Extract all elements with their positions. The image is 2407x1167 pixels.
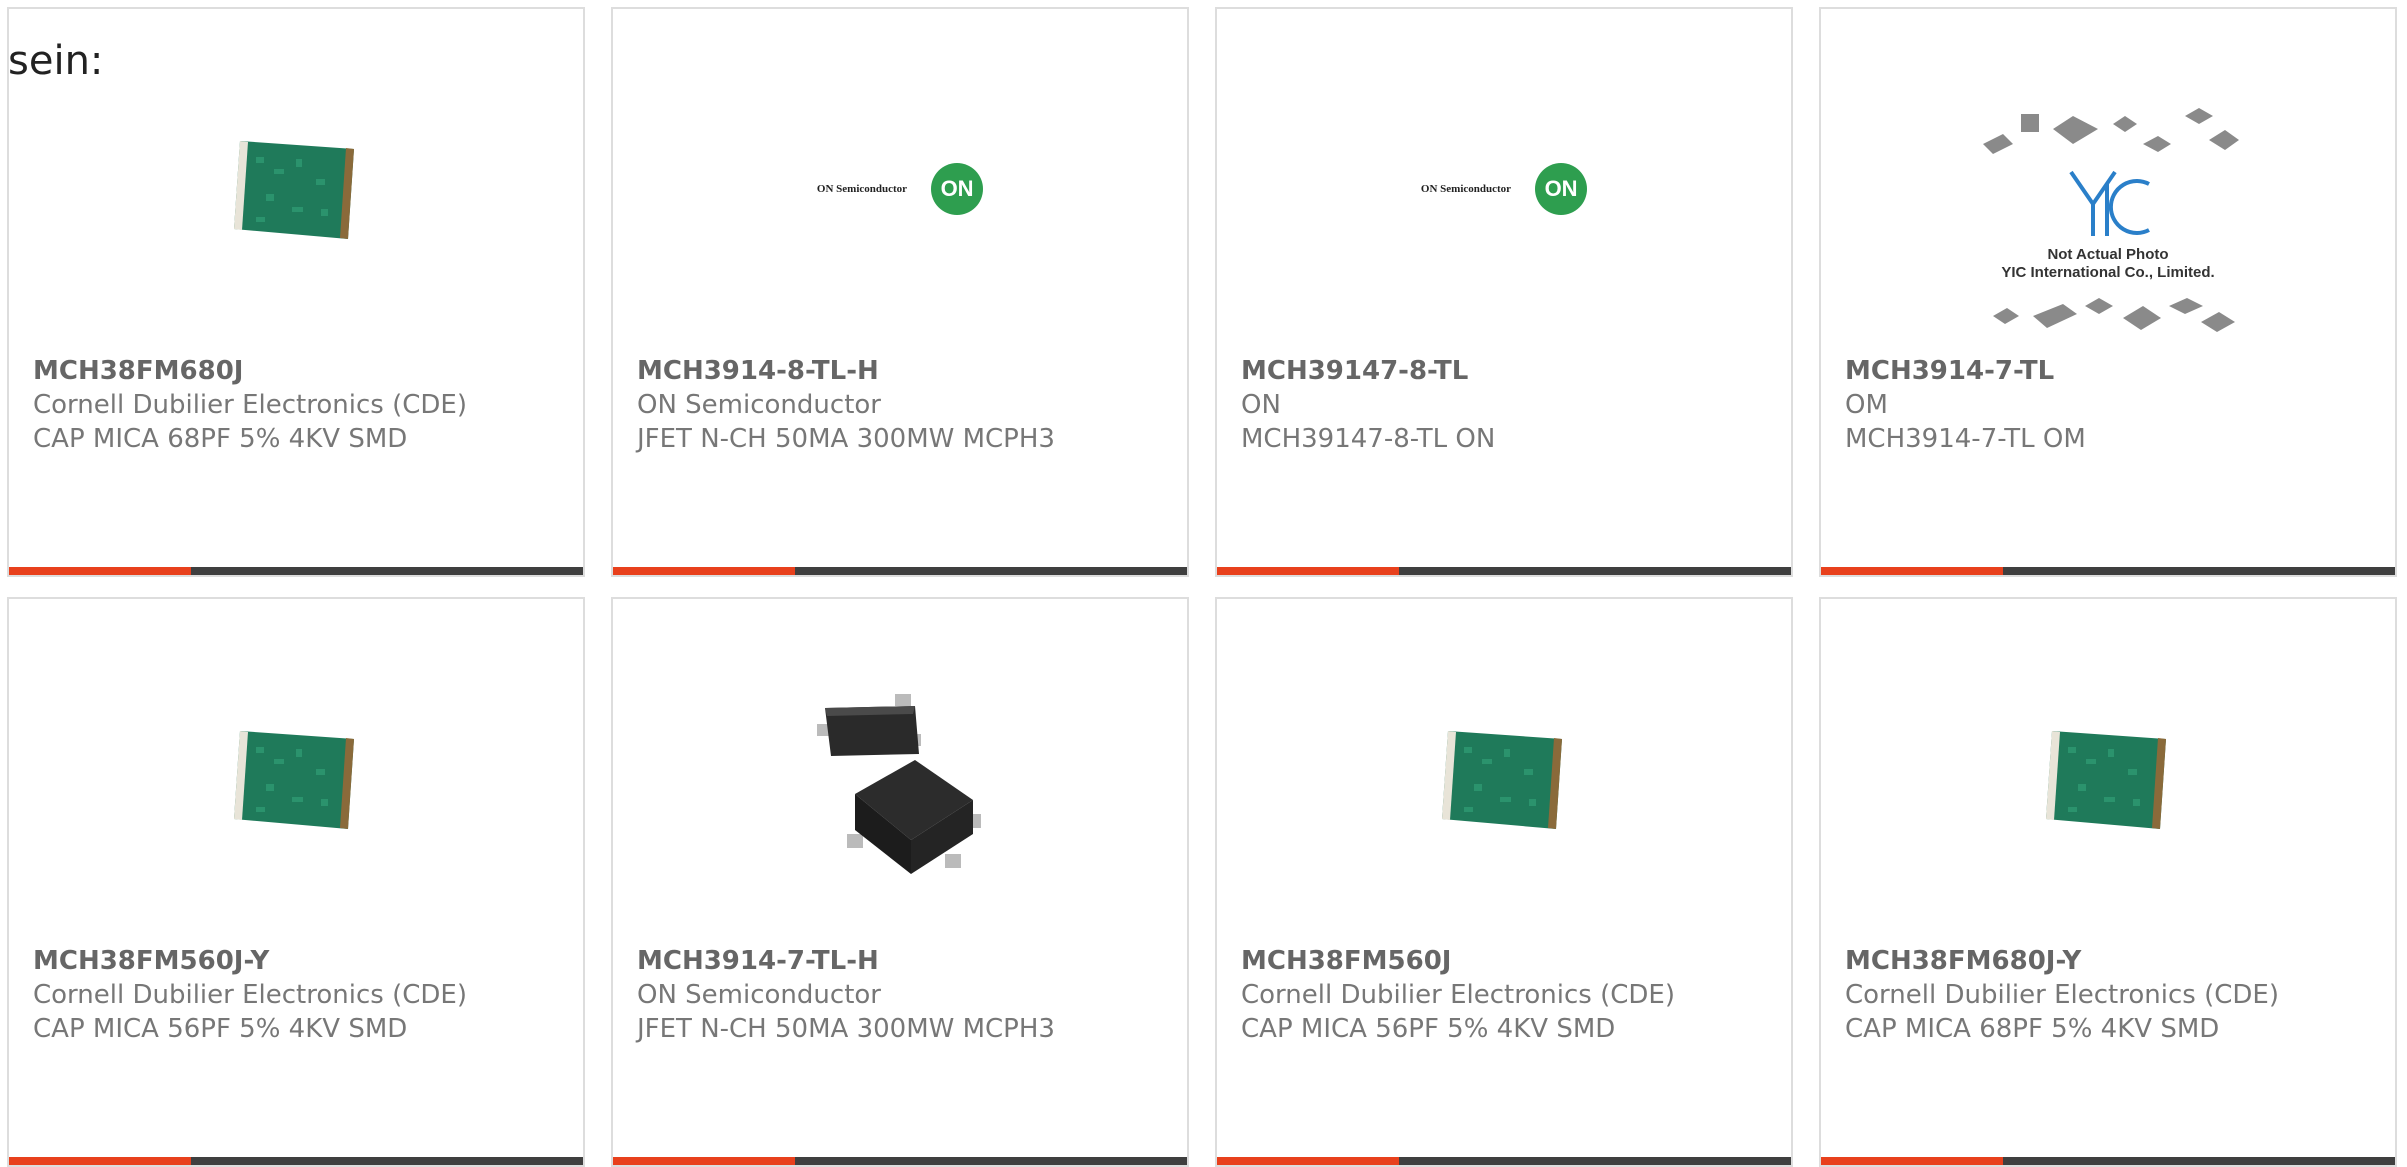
product-card[interactable]: ON Semiconductor ON MCH39147-8-TL ON MCH… xyxy=(1215,7,1793,577)
mica-capacitor-image xyxy=(1442,731,1562,829)
product-card[interactable]: MCH38FM680J-Y Cornell Dubilier Electroni… xyxy=(1819,597,2397,1167)
part-number-link[interactable]: MCH38FM560J xyxy=(1241,944,1781,978)
description: CAP MICA 56PF 5% 4KV SMD xyxy=(1241,1014,1616,1044)
manufacturer: Cornell Dubilier Electronics (CDE) xyxy=(33,980,467,1010)
smd-transistor-image xyxy=(817,694,981,874)
card-accent xyxy=(9,1157,191,1165)
part-number-link[interactable]: MCH3914-7-TL xyxy=(1845,354,2385,388)
description: MCH39147-8-TL ON xyxy=(1241,424,1496,454)
product-card[interactable]: MCH38FM560J-Y Cornell Dubilier Electroni… xyxy=(7,597,585,1167)
placeholder-line1: Not Actual Photo xyxy=(2047,246,2169,263)
chip-icons-bottom xyxy=(1993,298,2235,332)
on-semiconductor-logo: ON Semiconductor ON xyxy=(1420,163,1588,215)
on-semiconductor-logo: ON Semiconductor ON xyxy=(816,163,984,215)
logo-badge: ON xyxy=(931,163,984,215)
card-bottom-bar xyxy=(1217,567,1791,575)
description: CAP MICA 68PF 5% 4KV SMD xyxy=(33,424,408,454)
page-heading: sein: xyxy=(8,38,104,84)
part-number-link[interactable]: MCH38FM560J-Y xyxy=(33,944,573,978)
mica-capacitor-image xyxy=(2046,731,2166,829)
logo-badge: ON xyxy=(1535,163,1588,215)
card-bottom-bar xyxy=(9,1157,583,1165)
description: CAP MICA 68PF 5% 4KV SMD xyxy=(1845,1014,2220,1044)
part-number-link[interactable]: MCH39147-8-TL xyxy=(1241,354,1781,388)
manufacturer: Cornell Dubilier Electronics (CDE) xyxy=(33,390,467,420)
yic-placeholder-image: Not Actual Photo YIC International Co., … xyxy=(1973,104,2243,344)
logo-text: ON Semiconductor xyxy=(816,183,908,195)
manufacturer: Cornell Dubilier Electronics (CDE) xyxy=(1241,980,1675,1010)
description: JFET N-CH 50MA 300MW MCPH3 xyxy=(637,1014,1055,1044)
product-image[interactable]: Not Actual Photo YIC International Co., … xyxy=(1821,99,2395,349)
product-image[interactable] xyxy=(9,659,583,899)
product-image[interactable]: ON Semiconductor ON xyxy=(1217,69,1791,309)
product-card[interactable]: Not Actual Photo YIC International Co., … xyxy=(1819,7,2397,577)
part-number-link[interactable]: MCH3914-7-TL-H xyxy=(637,944,1177,978)
card-bottom-bar xyxy=(1821,567,2395,575)
part-number-link[interactable]: MCH38FM680J xyxy=(33,354,573,388)
product-image[interactable] xyxy=(9,69,583,309)
card-accent xyxy=(1217,1157,1399,1165)
product-image[interactable] xyxy=(1217,659,1791,899)
card-accent xyxy=(1821,567,2003,575)
card-bottom-bar xyxy=(9,567,583,575)
logo-text: ON Semiconductor xyxy=(1420,183,1512,195)
mica-capacitor-image xyxy=(234,731,354,829)
card-bottom-bar xyxy=(1821,1157,2395,1165)
product-card[interactable]: MCH3914-7-TL-H ON Semiconductor JFET N-C… xyxy=(611,597,1189,1167)
mica-capacitor-image xyxy=(234,141,354,239)
product-image[interactable] xyxy=(613,669,1187,909)
product-card[interactable]: MCH38FM560J Cornell Dubilier Electronics… xyxy=(1215,597,1793,1167)
manufacturer: ON xyxy=(1241,390,1281,420)
product-card[interactable]: ON Semiconductor ON MCH3914-8-TL-H ON Se… xyxy=(611,7,1189,577)
product-card[interactable]: MCH38FM680J Cornell Dubilier Electronics… xyxy=(7,7,585,577)
card-accent xyxy=(9,567,191,575)
description: MCH3914-7-TL OM xyxy=(1845,424,2086,454)
card-accent xyxy=(613,567,795,575)
card-accent xyxy=(1217,567,1399,575)
manufacturer: OM xyxy=(1845,390,1888,420)
product-image[interactable]: ON Semiconductor ON xyxy=(613,69,1187,309)
yic-logo-icon xyxy=(2069,170,2150,236)
card-accent xyxy=(613,1157,795,1165)
product-image[interactable] xyxy=(1821,659,2395,899)
card-bottom-bar xyxy=(613,1157,1187,1165)
manufacturer: ON Semiconductor xyxy=(637,390,881,420)
placeholder-line2: YIC International Co., Limited. xyxy=(2001,264,2215,281)
part-number-link[interactable]: MCH3914-8-TL-H xyxy=(637,354,1177,388)
description: CAP MICA 56PF 5% 4KV SMD xyxy=(33,1014,408,1044)
part-number-link[interactable]: MCH38FM680J-Y xyxy=(1845,944,2385,978)
card-accent xyxy=(1821,1157,2003,1165)
card-bottom-bar xyxy=(1217,1157,1791,1165)
description: JFET N-CH 50MA 300MW MCPH3 xyxy=(637,424,1055,454)
manufacturer: ON Semiconductor xyxy=(637,980,881,1010)
card-bottom-bar xyxy=(613,567,1187,575)
manufacturer: Cornell Dubilier Electronics (CDE) xyxy=(1845,980,2279,1010)
